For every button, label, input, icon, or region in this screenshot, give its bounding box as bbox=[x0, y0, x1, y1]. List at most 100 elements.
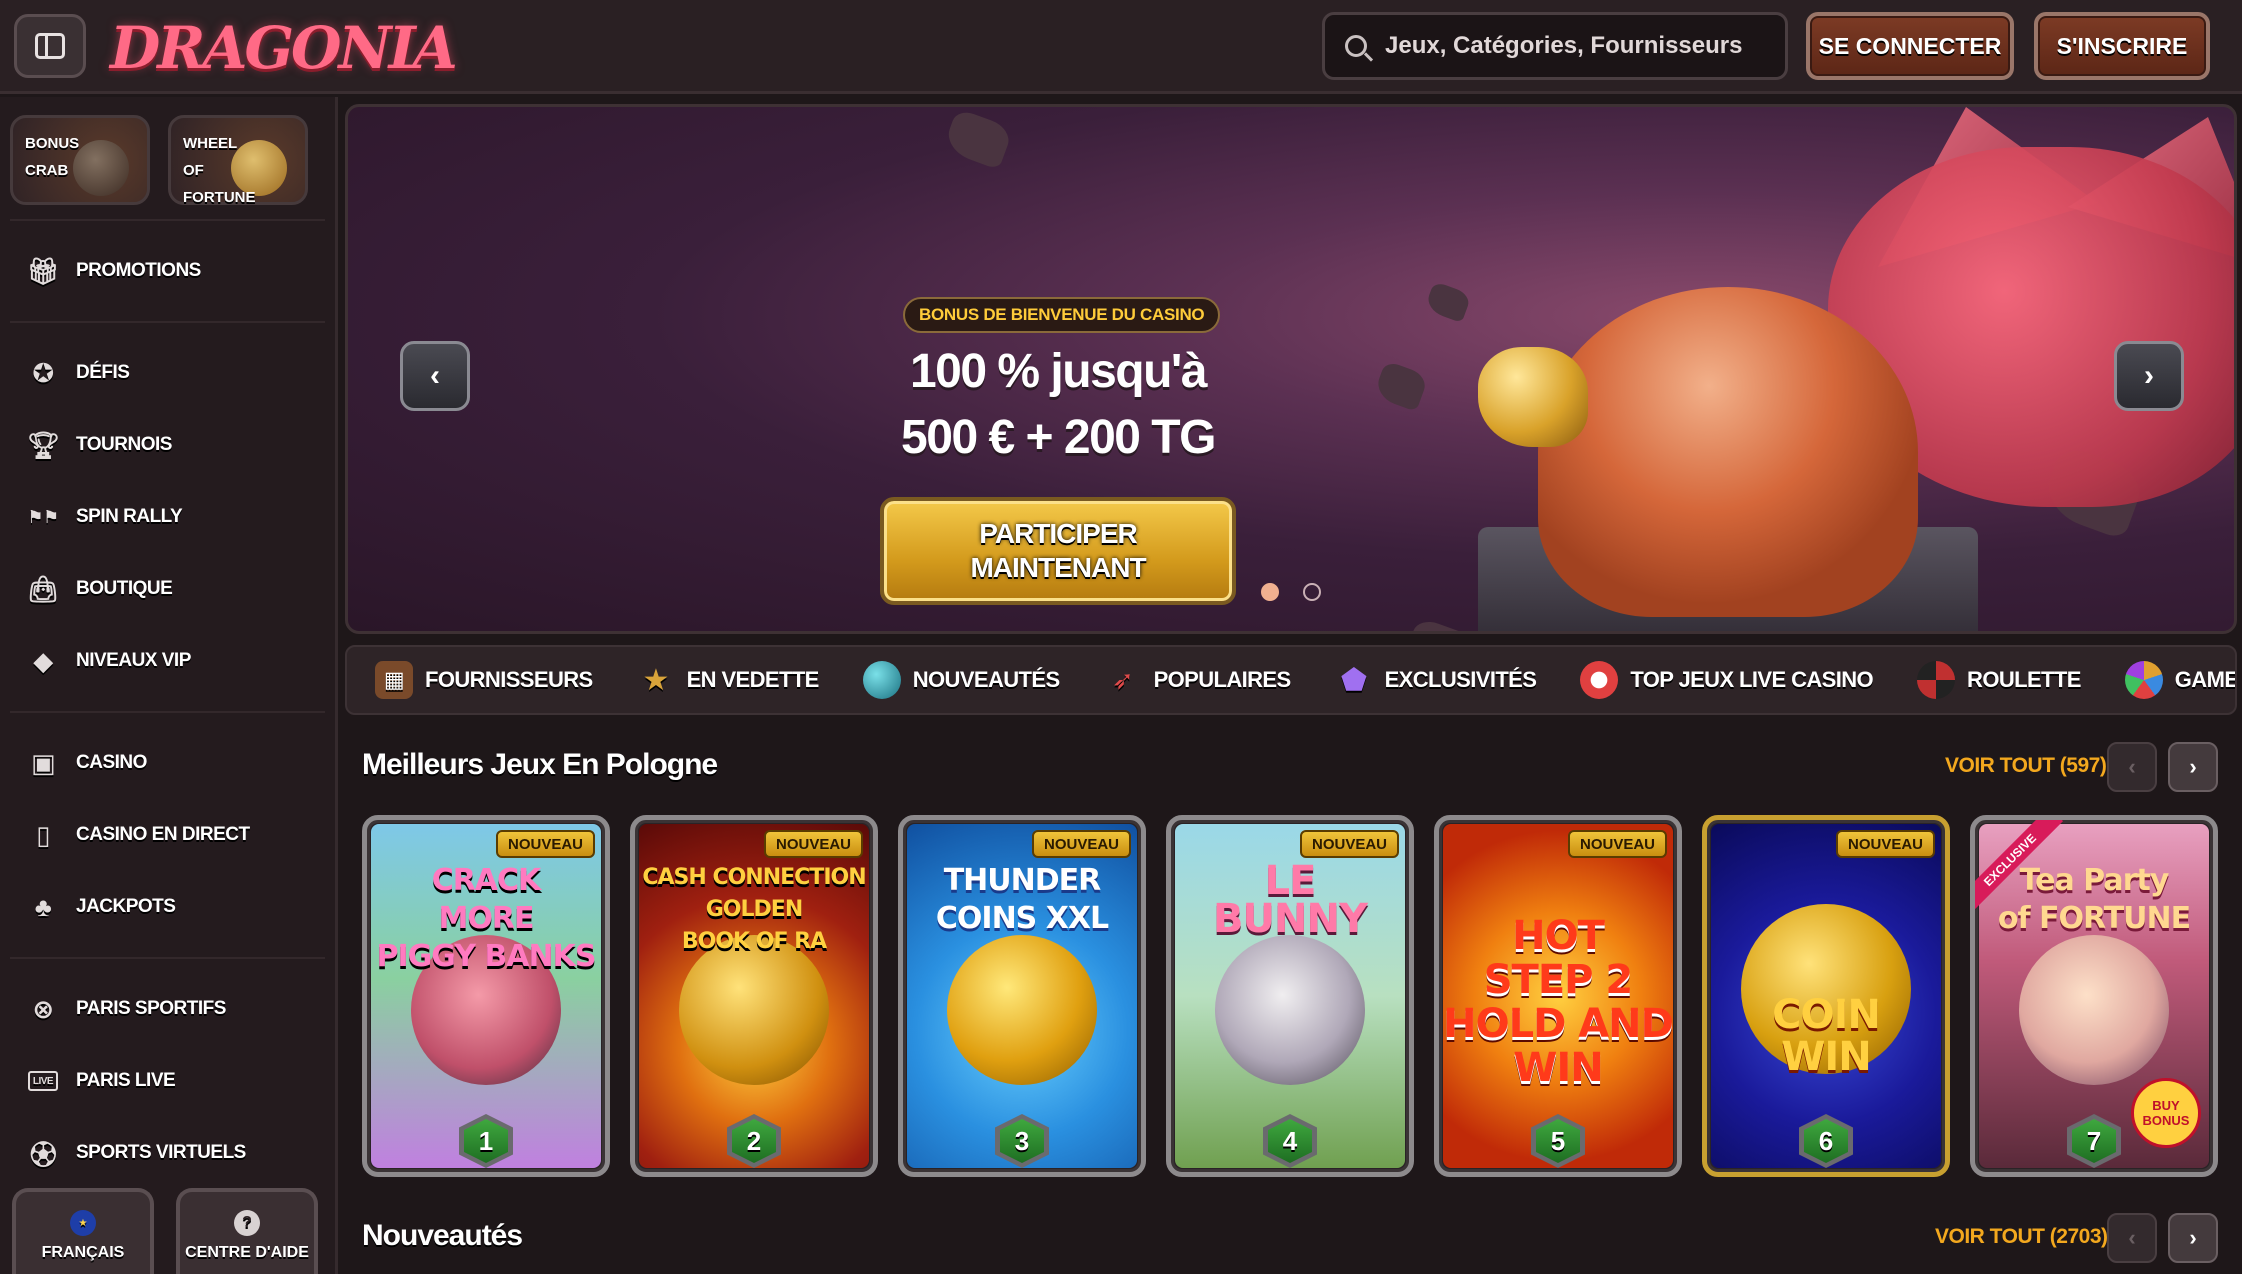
sidebar-item-label: BOUTIQUE bbox=[76, 578, 173, 599]
game-card[interactable]: CRACK MORE PIGGY BANKS NOUVEAU 1 bbox=[362, 815, 610, 1177]
category-top-jeux-live-casino[interactable]: TOP JEUX LIVE CASINO bbox=[1580, 661, 1874, 699]
gold-nugget-art bbox=[1478, 347, 1588, 447]
category-populaires[interactable]: ➶ POPULAIRES bbox=[1104, 661, 1291, 699]
providers-icon: ▦ bbox=[375, 661, 413, 699]
signup-button[interactable]: S'INSCRIRE bbox=[2034, 12, 2210, 80]
chevron-left-icon: ‹ bbox=[2128, 754, 2136, 779]
section-prev-button[interactable]: ‹ bbox=[2107, 1213, 2157, 1263]
category-nouveautes[interactable]: NOUVEAUTÉS bbox=[862, 661, 1060, 699]
game-card[interactable]: CASH CONNECTION GOLDEN BOOK OF RA NOUVEA… bbox=[630, 815, 878, 1177]
category-label: NOUVEAUTÉS bbox=[912, 667, 1060, 692]
category-label: EN VEDETTE bbox=[686, 667, 820, 692]
sidebar-item-jackpots[interactable]: ♣ JACKPOTS bbox=[0, 871, 335, 943]
sidebar-item-tournois[interactable]: 🏆︎ TOURNOIS bbox=[0, 409, 335, 481]
sidebar-item-casino-en-direct[interactable]: ▯ CASINO EN DIRECT bbox=[0, 799, 335, 871]
wheel-of-fortune-tile[interactable]: WHEEL OF FORTUNE bbox=[168, 115, 308, 206]
live-icon: LIVE bbox=[28, 1071, 58, 1091]
lightning-coin-art bbox=[947, 934, 1097, 1085]
new-badge: NOUVEAU bbox=[495, 830, 595, 858]
sidebar-item-label: DÉFIS bbox=[76, 362, 130, 383]
divider bbox=[10, 219, 325, 221]
rank-number: 3 bbox=[1000, 1119, 1044, 1163]
gift-icon: 🎁︎ bbox=[26, 255, 60, 286]
category-roulette[interactable]: ROULETTE bbox=[1917, 661, 2081, 699]
basketball-icon: ⊗ bbox=[32, 993, 54, 1024]
hero-prev-button[interactable]: ‹ bbox=[400, 341, 470, 411]
participate-now-button[interactable]: PARTICIPER MAINTENANT bbox=[880, 497, 1236, 605]
game-card[interactable]: THUNDER COINS XXL NOUVEAU 3 bbox=[898, 815, 1146, 1177]
new-badge: NOUVEAU bbox=[763, 830, 863, 858]
sidebar-item-promotions[interactable]: 🎁︎ PROMOTIONS bbox=[0, 235, 335, 307]
category-fournisseurs[interactable]: ▦ FOURNISSEURS bbox=[375, 661, 593, 699]
bunny-character-art bbox=[1215, 934, 1365, 1085]
search-input[interactable] bbox=[1385, 32, 1765, 60]
help-center-button[interactable]: ? CENTRE D'AIDE bbox=[176, 1188, 318, 1274]
category-en-vedette[interactable]: ★ EN VEDETTE bbox=[637, 661, 819, 699]
sidebar-item-spin-rally[interactable]: ⚑⚑ SPIN RALLY bbox=[0, 481, 335, 553]
clover-icon: ♣ bbox=[34, 891, 52, 922]
sidebar-item-casino[interactable]: ▣ CASINO bbox=[0, 727, 335, 799]
section-next-button[interactable]: › bbox=[2168, 742, 2218, 792]
game-card[interactable]: COIN WIN NOUVEAU 6 bbox=[1702, 815, 1950, 1177]
see-all-link[interactable]: VOIR TOUT (597) bbox=[1945, 754, 2107, 778]
rock-decoration bbox=[1401, 616, 1485, 631]
sidebar-toggle-button[interactable] bbox=[14, 14, 86, 78]
sidebar-icon bbox=[35, 33, 65, 59]
shopping-bag-icon: 👜︎ bbox=[26, 573, 60, 604]
buy-bonus-badge: BUY BONUS bbox=[2131, 1078, 2201, 1148]
cta-label-line: PARTICIPER bbox=[979, 518, 1137, 549]
section-next-button[interactable]: › bbox=[2168, 1213, 2218, 1263]
game-title: Tea Party of FORTUNE bbox=[1997, 863, 2191, 936]
sidebar-item-paris-live[interactable]: LIVE PARIS LIVE bbox=[0, 1045, 335, 1117]
logo[interactable]: DRAGONIA bbox=[110, 14, 458, 82]
rock-decoration bbox=[1372, 360, 1430, 412]
sidebar-item-niveaux-vip[interactable]: ◆ NIVEAUX VIP bbox=[0, 625, 335, 697]
rank-number: 5 bbox=[1536, 1119, 1580, 1163]
virtual-sports-icon: ⚽︎ bbox=[30, 1139, 56, 1170]
sidebar-item-label: CASINO bbox=[76, 752, 147, 773]
hero-next-button[interactable]: › bbox=[2114, 341, 2184, 411]
sidebar-item-label: TOURNOIS bbox=[76, 434, 172, 455]
language-label: FRANÇAIS bbox=[41, 1244, 125, 1261]
sidebar-item-defis[interactable]: ✪ DÉFIS bbox=[0, 337, 335, 409]
category-label: ROULETTE bbox=[1967, 667, 2081, 692]
chevron-left-icon: ‹ bbox=[430, 359, 440, 392]
sidebar-item-label: PROMOTIONS bbox=[76, 260, 201, 281]
cta-label-line: MAINTENANT bbox=[970, 552, 1146, 583]
rank-number: 1 bbox=[464, 1119, 508, 1163]
category-game-shows[interactable]: GAME SHOWS bbox=[2124, 661, 2235, 699]
rank-number: 7 bbox=[2072, 1119, 2116, 1163]
sidebar-item-boutique[interactable]: 👜︎ BOUTIQUE bbox=[0, 553, 335, 625]
search-box[interactable] bbox=[1322, 12, 1788, 80]
language-button[interactable]: ★ FRANÇAIS bbox=[12, 1188, 154, 1274]
sidebar: BONUS CRAB WHEEL OF FORTUNE 🎁︎ PROMOTION… bbox=[0, 97, 338, 1274]
see-all-link[interactable]: VOIR TOUT (2703) bbox=[1935, 1225, 2108, 1249]
carousel-dot[interactable] bbox=[1303, 583, 1321, 601]
game-card[interactable]: HOT STEP 2 HOLD AND WIN NOUVEAU 5 bbox=[1434, 815, 1682, 1177]
star-icon: ★ bbox=[642, 663, 669, 697]
carousel-dots bbox=[1261, 583, 1321, 601]
sidebar-item-label: NIVEAUX VIP bbox=[76, 650, 191, 671]
game-card[interactable]: LE BUNNY NOUVEAU 4 bbox=[1166, 815, 1414, 1177]
rank-number: 2 bbox=[732, 1119, 776, 1163]
sidebar-item-paris-sportifs[interactable]: ⊗ PARIS SPORTIFS bbox=[0, 973, 335, 1045]
question-icon: ? bbox=[234, 1210, 260, 1236]
hero-banner: ‹ › BONUS DE BIENVENUE DU CASINO 100 % j… bbox=[345, 104, 2237, 634]
section-title: Meilleurs Jeux En Pologne bbox=[362, 748, 718, 781]
top-bar: DRAGONIA SE CONNECTER S'INSCRIRE bbox=[0, 0, 2242, 94]
carousel-dot[interactable] bbox=[1261, 583, 1279, 601]
login-button[interactable]: SE CONNECTER bbox=[1806, 12, 2014, 80]
section-prev-button[interactable]: ‹ bbox=[2107, 742, 2157, 792]
divider bbox=[10, 957, 325, 959]
sidebar-item-sports-virtuels[interactable]: ⚽︎ SPORTS VIRTUELS bbox=[0, 1117, 335, 1189]
game-title: THUNDER COINS XXL bbox=[935, 863, 1109, 936]
category-exclusivites[interactable]: ⬟ EXCLUSIVITÉS bbox=[1335, 661, 1537, 699]
gem-egg-icon bbox=[862, 661, 901, 699]
new-badge: NOUVEAU bbox=[1299, 830, 1399, 858]
rocket-icon: ➶ bbox=[1111, 664, 1134, 695]
live-cards-icon: ▯ bbox=[36, 819, 50, 850]
game-card[interactable]: Tea Party of FORTUNE BUY BONUS EXCLUSIVE… bbox=[1970, 815, 2218, 1177]
bonus-crab-tile[interactable]: BONUS CRAB bbox=[10, 115, 150, 205]
rock-decoration bbox=[942, 108, 1014, 170]
divider bbox=[10, 321, 325, 323]
